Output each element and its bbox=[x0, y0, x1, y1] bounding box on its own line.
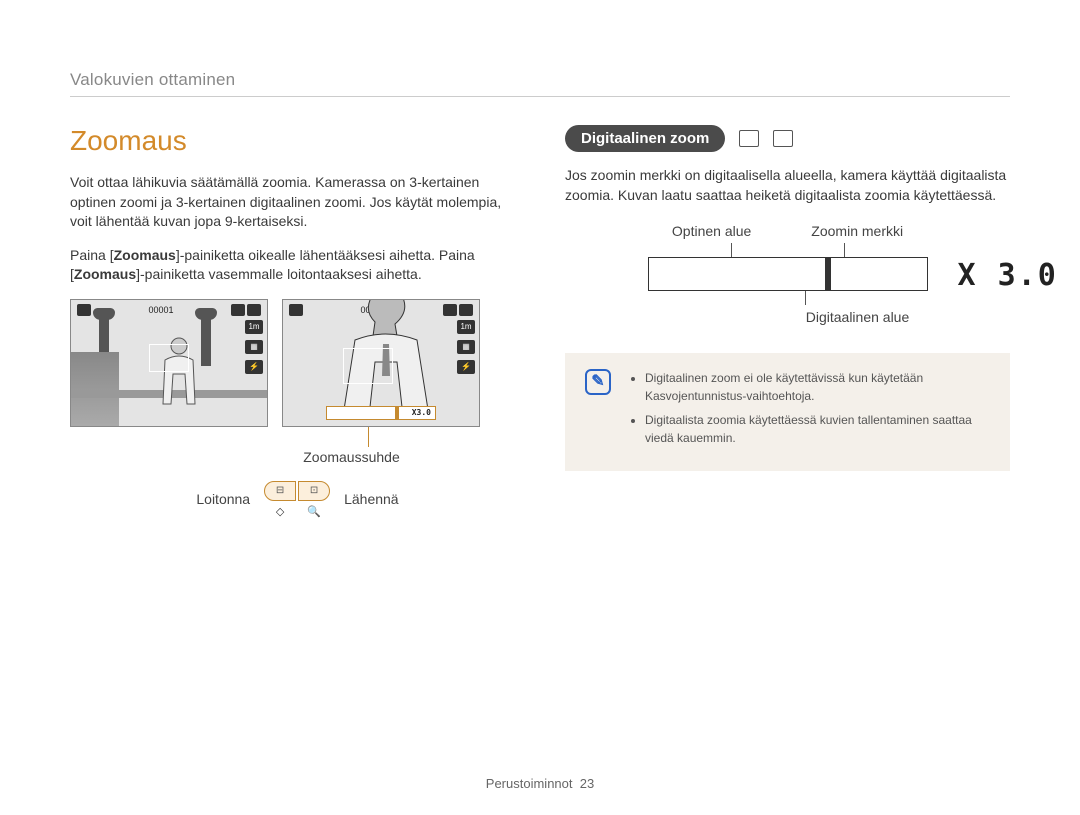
zoom-ratio-label: Zoomaussuhde bbox=[178, 449, 525, 465]
size-icon: 1m bbox=[457, 320, 475, 334]
page-title: Zoomaus bbox=[70, 125, 525, 157]
label-zoom-in: Lähennä bbox=[344, 491, 399, 507]
battery-icon bbox=[459, 304, 473, 316]
lcd-wide: 00001 1m ▦ ⚡ bbox=[70, 299, 268, 427]
memory-icon bbox=[443, 304, 457, 316]
footer-section: Perustoiminnot bbox=[486, 776, 573, 791]
zoom-in-button[interactable]: ⊡ bbox=[298, 481, 330, 501]
note-box: ✎ Digitaalinen zoom ei ole käytettävissä… bbox=[565, 353, 1010, 471]
label-optical-range: Optinen alue bbox=[672, 223, 751, 239]
bold-zoom-1: Zoomaus bbox=[114, 247, 176, 263]
size-icon: 1m bbox=[245, 320, 263, 334]
zoom-range-bar bbox=[648, 257, 928, 291]
page-footer: Perustoiminnot 23 bbox=[0, 776, 1080, 791]
breadcrumb: Valokuvien ottaminen bbox=[70, 70, 1010, 90]
building-icon bbox=[71, 352, 119, 426]
leader-line bbox=[368, 427, 369, 447]
note-icon: ✎ bbox=[585, 369, 611, 395]
zoom-value: X3.0 bbox=[412, 408, 431, 417]
zoom-rocker[interactable]: ⊟ ⊡ bbox=[264, 481, 330, 501]
camera-icon bbox=[77, 304, 91, 316]
subheading-row: Digitaalinen zoom bbox=[565, 125, 1010, 152]
quality-icon: ▦ bbox=[245, 340, 263, 354]
flash-icon: ⚡ bbox=[245, 360, 263, 374]
note-item: Digitaalinen zoom ei ole käytettävissä k… bbox=[645, 369, 990, 405]
paragraph-digital-zoom: Jos zoomin merkki on digitaalisella alue… bbox=[565, 166, 1010, 205]
lcd-zoomed: 00001 1m ▦ ⚡ X bbox=[282, 299, 480, 427]
focus-box bbox=[343, 348, 393, 384]
zoom-value-large: X 3.0 bbox=[958, 258, 1058, 293]
label-zoom-indicator: Zoomin merkki bbox=[811, 223, 903, 239]
divider bbox=[70, 96, 1010, 97]
bold-zoom-2: Zoomaus bbox=[74, 266, 136, 282]
footer-page-number: 23 bbox=[580, 776, 594, 791]
lcd-screenshots: 00001 1m ▦ ⚡ bbox=[70, 299, 525, 427]
focus-box bbox=[149, 344, 189, 372]
chip-digital-zoom: Digitaalinen zoom bbox=[565, 125, 725, 152]
auto-mode-icon bbox=[739, 130, 759, 147]
column-right: Digitaalinen zoom Jos zoomin merkki on d… bbox=[565, 125, 1010, 518]
magnify-icon: 🔍 bbox=[298, 505, 330, 518]
paragraph-intro: Voit ottaa lähikuvia säätämällä zoomia. … bbox=[70, 173, 525, 232]
camera-icon bbox=[289, 304, 303, 316]
scene-mode-icon bbox=[773, 130, 793, 147]
flash-icon: ⚡ bbox=[457, 360, 475, 374]
battery-icon bbox=[247, 304, 261, 316]
zoom-rocker-row: Loitonna ⊟ ⊡ ◇ 🔍 Lähennä bbox=[70, 481, 525, 518]
label-digital-range: Digitaalinen alue bbox=[705, 309, 1010, 325]
text: Paina [ bbox=[70, 247, 114, 263]
label-zoom-out: Loitonna bbox=[196, 491, 250, 507]
column-left: Zoomaus Voit ottaa lähikuvia säätämällä … bbox=[70, 125, 525, 518]
text: ]-painiketta vasemmalle loitontaaksesi a… bbox=[136, 266, 422, 282]
quality-icon: ▦ bbox=[457, 340, 475, 354]
zoom-marker bbox=[825, 258, 831, 290]
counter: 00001 bbox=[148, 305, 173, 315]
note-item: Digitaalista zoomia käytettäessä kuvien … bbox=[645, 411, 990, 447]
zoom-diagram: Optinen alue Zoomin merkki X 3.0 Digitaa… bbox=[565, 223, 1010, 325]
zoom-bar: X3.0 bbox=[326, 406, 436, 420]
zoom-marker bbox=[395, 407, 399, 419]
paragraph-instruction: Paina [Zoomaus]-painiketta oikealle lähe… bbox=[70, 246, 525, 285]
zoom-out-button[interactable]: ⊟ bbox=[264, 481, 296, 501]
minus-icon: ◇ bbox=[264, 505, 296, 518]
memory-icon bbox=[231, 304, 245, 316]
